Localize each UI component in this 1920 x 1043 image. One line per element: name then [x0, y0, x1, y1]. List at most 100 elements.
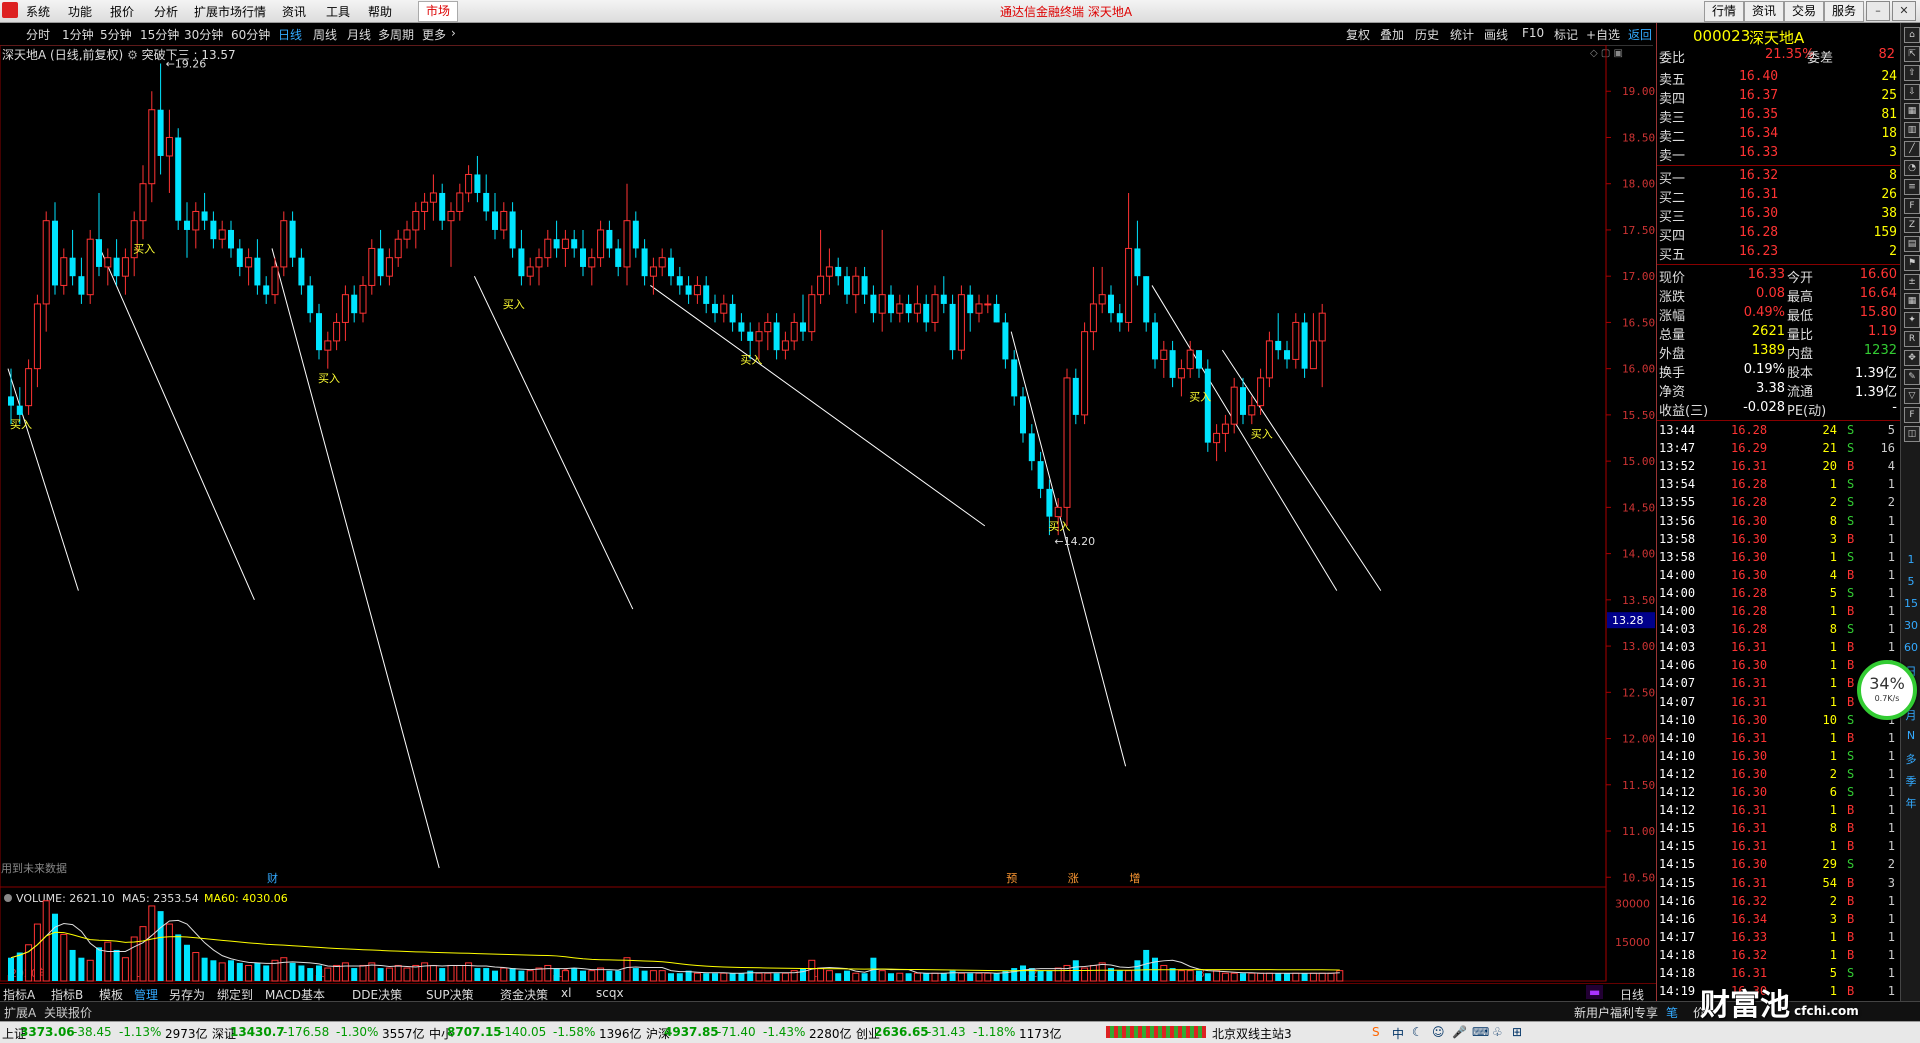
period-tab[interactable]: 月线: [347, 26, 371, 43]
tick-count: 1: [1887, 640, 1895, 655]
bid-price: 16.23: [1739, 244, 1779, 259]
bars-icon[interactable]: ▥: [1904, 122, 1920, 138]
period-tab[interactable]: 30分钟: [184, 26, 223, 43]
top-tab-service[interactable]: 服务: [1824, 1, 1864, 22]
volume-bar: [1054, 967, 1062, 982]
volume-bar: [333, 964, 341, 982]
toolbar-button[interactable]: 复权: [1346, 26, 1370, 43]
period-tab[interactable]: 多周期: [378, 26, 414, 43]
menu-analysis[interactable]: 分析: [154, 3, 178, 20]
calc-icon[interactable]: ±: [1904, 274, 1920, 290]
period-shortcut-30[interactable]: 30: [1904, 619, 1918, 632]
top-tab-trade[interactable]: 交易: [1784, 1, 1824, 22]
shirt-icon[interactable]: ♧: [1492, 1025, 1503, 1039]
candle-body: [385, 257, 393, 277]
lang-icon[interactable]: 中: [1392, 1025, 1404, 1042]
pie-icon[interactable]: ◔: [1904, 160, 1920, 176]
tick-count: 1: [1887, 549, 1895, 564]
tick-side: S: [1847, 495, 1855, 510]
moon-icon[interactable]: ☾: [1412, 1025, 1423, 1039]
period-shortcut-N[interactable]: N: [1904, 729, 1918, 742]
home-icon[interactable]: ⌂: [1904, 27, 1920, 43]
period-tab[interactable]: 周线: [313, 26, 337, 43]
toolbar-button-watchlist[interactable]: +自选: [1586, 26, 1620, 43]
menu-tools[interactable]: 工具: [326, 3, 350, 20]
top-tab-quotes[interactable]: 行情: [1704, 1, 1744, 22]
expand-icon[interactable]: ⇱: [1904, 46, 1920, 62]
period-tab[interactable]: 1分钟: [62, 26, 94, 43]
toolbar-button[interactable]: 标记: [1554, 26, 1578, 43]
menu-news[interactable]: 资讯: [282, 3, 306, 20]
pen-icon[interactable]: ✎: [1904, 369, 1920, 385]
volume-bar: [351, 968, 358, 981]
candlestick-chart[interactable]: 19.00 18.50 18.00 17.50 17.00 16.50 16.00 15.50…: [0, 45, 1656, 983]
period-tab[interactable]: 15分钟: [140, 26, 179, 43]
volume-bar: [1248, 972, 1256, 982]
chevron-right-icon[interactable]: ›: [451, 26, 456, 40]
period-shortcut-60[interactable]: 60: [1904, 641, 1918, 654]
top-tab-news[interactable]: 资讯: [1744, 1, 1784, 22]
candle-body: [1186, 349, 1194, 370]
menu-quote[interactable]: 报价: [110, 3, 134, 20]
keyboard-icon[interactable]: ⌨: [1472, 1025, 1489, 1039]
market-tab[interactable]: 市场: [418, 1, 458, 22]
pen-icon[interactable]: 笔: [1666, 1004, 1678, 1021]
star-icon[interactable]: ✦: [1904, 312, 1920, 328]
ext-tab-related[interactable]: 关联报价: [44, 1004, 92, 1021]
toolbar-button[interactable]: F10: [1522, 26, 1544, 40]
rsi-icon[interactable]: R: [1904, 331, 1920, 347]
filter-icon[interactable]: ▽: [1904, 388, 1920, 404]
table-icon[interactable]: ▦: [1904, 293, 1920, 309]
period-shortcut-年[interactable]: 年: [1904, 795, 1918, 811]
period-tab[interactable]: 分时: [26, 26, 50, 43]
period-tab-active[interactable]: 日线: [278, 26, 302, 43]
toolbar-button[interactable]: 统计: [1450, 26, 1474, 43]
bid-label: 买一: [1659, 172, 1686, 187]
close-icon[interactable]: ✕: [1892, 1, 1916, 21]
line-icon[interactable]: ╱: [1904, 141, 1920, 157]
toolbar-button[interactable]: 历史: [1415, 26, 1439, 43]
chart-down-icon[interactable]: ⇩: [1904, 84, 1920, 100]
news-icon[interactable]: F: [1904, 198, 1920, 214]
f-icon[interactable]: F: [1904, 407, 1920, 423]
period-tab-more[interactable]: 更多: [422, 26, 446, 43]
period-shortcut-5[interactable]: 5: [1904, 575, 1918, 588]
period-shortcut-多[interactable]: 多: [1904, 751, 1918, 767]
y-tick-label: 11.00: [1622, 825, 1655, 838]
ime-icon[interactable]: S: [1372, 1025, 1380, 1039]
menu-system[interactable]: 系统: [26, 3, 50, 20]
period-shortcut-季[interactable]: 季: [1904, 773, 1918, 789]
tick-icon[interactable]: ◫: [1904, 426, 1920, 442]
emoji-icon[interactable]: ☺: [1432, 1025, 1445, 1039]
tick-side: B: [1847, 929, 1855, 944]
mic-icon[interactable]: 🎤: [1452, 1025, 1467, 1039]
move-icon[interactable]: ✥: [1904, 350, 1920, 366]
grid-icon[interactable]: ▦: [1904, 103, 1920, 119]
indicator-tab[interactable]: xl: [561, 986, 571, 1000]
minimize-icon[interactable]: –: [1866, 1, 1890, 21]
server-name[interactable]: 北京双线主站3: [1212, 1025, 1292, 1042]
toolbar-button[interactable]: 叠加: [1380, 26, 1404, 43]
menu-function[interactable]: 功能: [68, 3, 92, 20]
indicator-tab[interactable]: scqx: [596, 986, 624, 1000]
ext-tab-a[interactable]: 扩展A: [4, 1004, 36, 1021]
zoom-minus-icon[interactable]: ▬: [1586, 985, 1604, 999]
candle-body: [192, 210, 200, 231]
toolbar-button-back[interactable]: 返回: [1628, 26, 1652, 43]
toolbar-button[interactable]: 画线: [1484, 26, 1508, 43]
flag-icon[interactable]: ⚑: [1904, 255, 1920, 271]
promo-link[interactable]: 新用户福利专享: [1574, 1004, 1658, 1021]
doc-icon[interactable]: ▤: [1904, 236, 1920, 252]
chart-up-icon[interactable]: ⇧: [1904, 65, 1920, 81]
period-tab[interactable]: 60分钟: [231, 26, 270, 43]
fund-icon[interactable]: Z: [1904, 217, 1920, 233]
menu-ext-market[interactable]: 扩展市场行情: [194, 3, 266, 20]
period-tab[interactable]: 5分钟: [100, 26, 132, 43]
grid-app-icon[interactable]: ⊞: [1512, 1025, 1522, 1039]
menu-help[interactable]: 帮助: [368, 3, 392, 20]
volume-ma5-line: [10, 919, 1340, 974]
list-icon[interactable]: ≡: [1904, 179, 1920, 195]
volume-bar: [1028, 968, 1035, 981]
period-shortcut-1[interactable]: 1: [1904, 553, 1918, 566]
period-shortcut-15[interactable]: 15: [1904, 597, 1918, 610]
